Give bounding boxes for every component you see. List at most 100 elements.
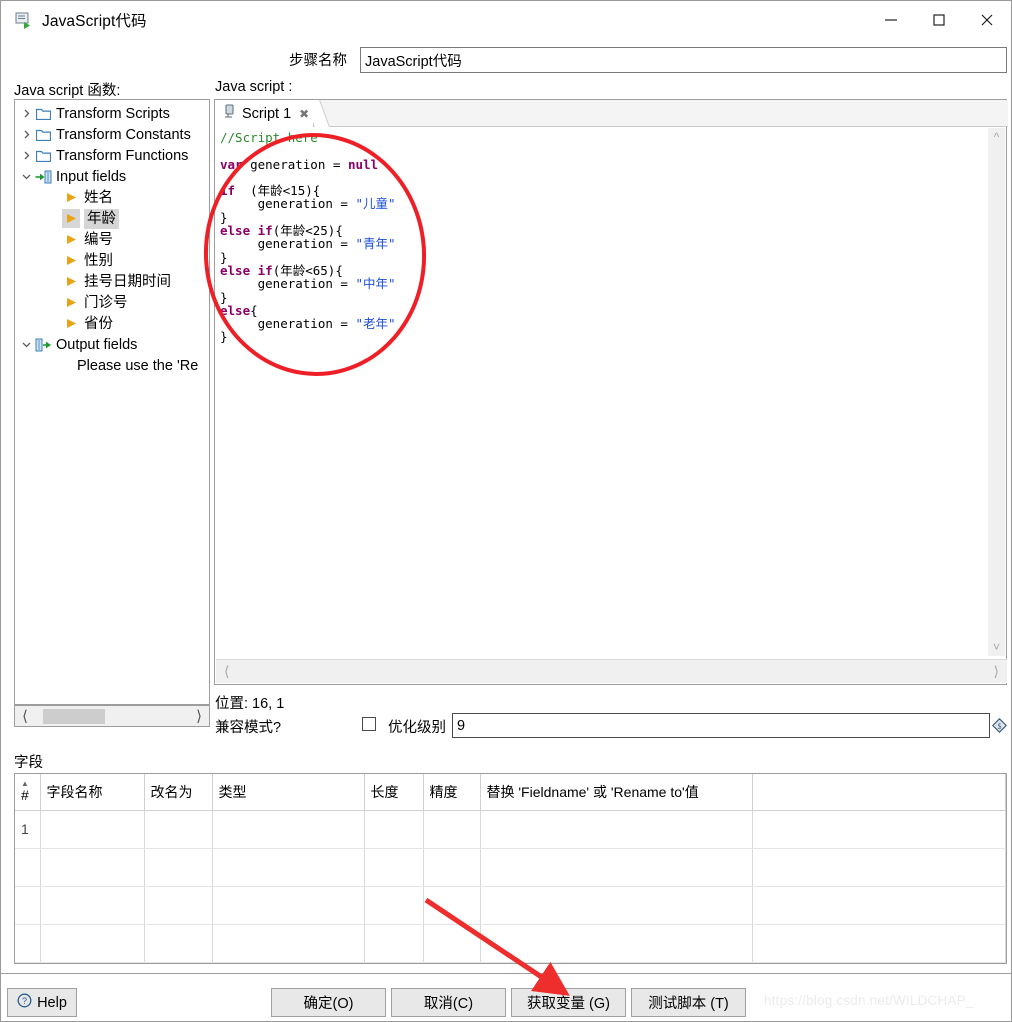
column-header-2[interactable]: 改名为 [144,774,213,811]
table-cell-num[interactable]: 1 [15,810,41,849]
table-cell-name[interactable] [40,924,145,963]
chevron-right-icon[interactable]: ⟩ [986,663,1007,680]
table-cell-type[interactable] [212,924,365,963]
table-cell-precision[interactable] [423,924,481,963]
code-line: var generation = null [220,157,979,171]
table-cell-replace[interactable] [480,886,753,925]
field-arrow-icon [62,293,80,312]
variable-diamond-icon[interactable]: $ [991,717,1008,738]
editor-horizontal-scrollbar[interactable]: ⟨ ⟩ [216,659,1007,683]
get-variables-button[interactable]: 获取变量 (G) [511,988,626,1017]
table-cell-precision[interactable] [423,810,481,849]
compatibility-mode-checkbox[interactable] [362,717,376,731]
tree-item-label: 编号 [84,231,113,248]
field-arrow-icon [62,230,80,249]
tree-item-node-9[interactable]: 门诊号 [15,292,209,313]
table-cell-rename[interactable] [144,886,213,925]
editor-vertical-scrollbar[interactable]: ^ ˅ [988,128,1005,656]
table-cell-num[interactable] [15,886,41,925]
tree-item-label: 挂号日期时间 [84,273,171,290]
column-header-0[interactable]: ▲ # [15,774,41,811]
scroll-right-icon[interactable]: ⟩ [189,707,209,725]
table-cell-extra[interactable] [752,924,1006,963]
tree-item-node-8[interactable]: 挂号日期时间 [15,271,209,292]
table-cell-replace[interactable] [480,924,753,963]
output-fields-icon [34,338,52,352]
table-cell-type[interactable] [212,810,365,849]
table-cell-rename[interactable] [144,924,213,963]
folder-icon [34,149,52,162]
column-header-7[interactable] [752,774,1006,811]
table-cell-length[interactable] [364,886,424,925]
table-cell-length[interactable] [364,848,424,887]
tree-item-node-7[interactable]: 性别 [15,250,209,271]
column-header-6[interactable]: 替换 'Fieldname' 或 'Rename to'值 [480,774,753,811]
chevron-left-icon[interactable]: ⟨ [216,663,237,680]
code-text-area[interactable]: //Script here var generation = null if (… [216,128,979,656]
table-cell-extra[interactable] [752,810,1006,849]
table-cell-precision[interactable] [423,848,481,887]
table-cell-replace[interactable] [480,810,753,849]
table-row[interactable] [15,848,1006,887]
scroll-thumb[interactable] [43,709,105,724]
chevron-down-icon[interactable]: ˅ [993,638,1000,656]
column-header-5[interactable]: 精度 [423,774,481,811]
tree-item-output-fields[interactable]: Output fields [15,334,209,355]
table-cell-extra[interactable] [752,848,1006,887]
tab-script-1[interactable]: Script 1 ✖ [215,100,315,127]
tree-item-node-5[interactable]: 年龄 [15,208,209,229]
table-row[interactable] [15,924,1006,963]
help-button[interactable]: ? Help [7,988,77,1017]
table-cell-length[interactable] [364,924,424,963]
table-cell-name[interactable] [40,848,145,887]
column-header-1[interactable]: 字段名称 [40,774,145,811]
tree-item-node-10[interactable]: 省份 [15,313,209,334]
table-cell-extra[interactable] [752,886,1006,925]
table-cell-type[interactable] [212,848,365,887]
tree-horizontal-scrollbar[interactable]: ⟨ ⟩ [14,705,210,727]
tree-item-transform-constants[interactable]: Transform Constants [15,124,209,145]
chevron-right-icon[interactable] [19,130,34,139]
functions-tree[interactable]: Transform Scripts Transform Constants Tran… [14,99,210,705]
table-row[interactable] [15,886,1006,925]
test-script-button[interactable]: 测试脚本 (T) [631,988,746,1017]
title-bar: JavaScript代码 [1,1,1011,38]
table-cell-rename[interactable] [144,848,213,887]
script-tab-icon [223,104,236,124]
tree-item-transform-scripts[interactable]: Transform Scripts [15,103,209,124]
tree-item-node-6[interactable]: 编号 [15,229,209,250]
table-cell-length[interactable] [364,810,424,849]
optimization-level-input[interactable] [452,713,990,738]
column-header-4[interactable]: 长度 [364,774,424,811]
chevron-down-icon[interactable] [19,172,34,181]
tree-item-input-fields[interactable]: Input fields [15,166,209,187]
table-cell-rename[interactable] [144,810,213,849]
table-cell-name[interactable] [40,886,145,925]
close-button[interactable] [963,1,1011,38]
column-header-3[interactable]: 类型 [212,774,365,811]
tree-item-transform-functions[interactable]: Transform Functions [15,145,209,166]
table-cell-precision[interactable] [423,886,481,925]
chevron-right-icon[interactable] [19,109,34,118]
table-row[interactable]: 1 [15,810,1006,849]
close-icon[interactable]: ✖ [299,107,309,121]
minimize-button[interactable] [867,1,915,38]
fields-table[interactable]: ▲ # 字段名称 改名为 类型 长度 精度 替换 'Fieldname' 或 'Rename … [14,773,1007,964]
maximize-button[interactable] [915,1,963,38]
table-cell-num[interactable] [15,848,41,887]
help-button-label: Help [37,994,67,1011]
table-cell-num[interactable] [15,924,41,963]
tree-item-node-4[interactable]: 姓名 [15,187,209,208]
table-cell-replace[interactable] [480,848,753,887]
chevron-up-icon[interactable]: ^ [994,128,1000,146]
step-name-input[interactable] [360,47,1007,73]
cancel-button[interactable]: 取消(C) [391,988,506,1017]
chevron-down-icon[interactable] [19,340,34,349]
table-cell-name[interactable] [40,810,145,849]
ok-button[interactable]: 确定(O) [271,988,386,1017]
scroll-left-icon[interactable]: ⟨ [15,707,35,725]
svg-text:$: $ [998,722,1002,731]
chevron-right-icon[interactable] [19,151,34,160]
table-cell-type[interactable] [212,886,365,925]
